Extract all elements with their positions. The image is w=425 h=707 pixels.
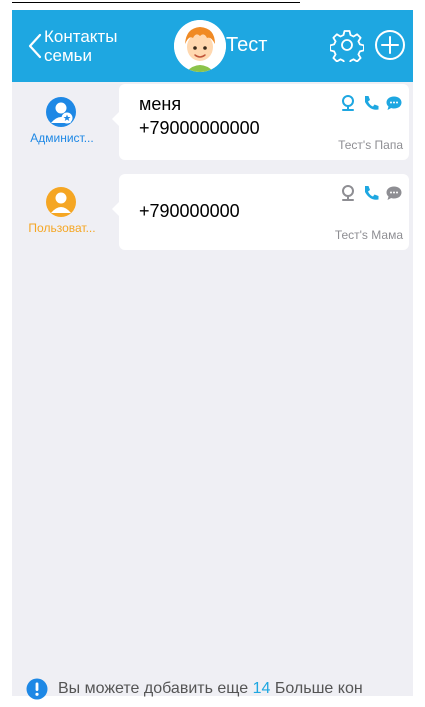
chevron-left-icon xyxy=(28,33,42,59)
remaining-count: 14 xyxy=(252,680,271,697)
top-divider-line xyxy=(12,2,300,3)
admin-user-star-icon xyxy=(46,97,76,127)
chat-bubble-icon[interactable] xyxy=(385,94,403,112)
plus-circle-icon[interactable] xyxy=(373,28,407,62)
contact-row: Пользоват... +790000000 Тест's Мама xyxy=(12,174,413,254)
page-title: Тест xyxy=(226,34,268,56)
location-pin-icon[interactable] xyxy=(339,184,357,202)
contact-relation: Тест's Мама xyxy=(334,228,403,242)
phone-call-icon[interactable] xyxy=(362,184,380,202)
notice-text-before: Вы можете добавить еще xyxy=(58,680,249,697)
contact-phone: +79000000000 xyxy=(139,118,260,138)
info-icon xyxy=(26,678,48,700)
notice-text: Вы можете добавить еще 14 Больше кон xyxy=(58,680,363,698)
contact-role: Пользоват... xyxy=(12,174,112,254)
contact-card[interactable]: +790000000 Тест's Мама xyxy=(112,174,409,250)
back-button-label: Контакты семьи xyxy=(44,27,118,65)
navigation-bar: Контакты семьи Тест xyxy=(12,10,413,82)
contact-list: Админист... меня +79000000000 Тест's Пап… xyxy=(12,82,413,696)
contact-name: меня xyxy=(139,94,182,114)
phone-call-icon[interactable] xyxy=(362,94,380,112)
contact-role: Админист... xyxy=(12,84,112,164)
boy-avatar-icon xyxy=(174,20,226,72)
contact-role-label: Админист... xyxy=(30,131,94,145)
contact-card[interactable]: меня +79000000000 Тест's Папа xyxy=(112,84,409,160)
contact-relation: Тест's Папа xyxy=(338,138,403,152)
child-avatar[interactable] xyxy=(174,20,226,72)
contact-row: Админист... меня +79000000000 Тест's Пап… xyxy=(12,84,413,164)
add-contacts-notice: Вы можете добавить еще 14 Больше кон xyxy=(12,678,413,700)
location-pin-icon[interactable] xyxy=(339,94,357,112)
gear-icon[interactable] xyxy=(330,28,364,62)
contact-phone: +790000000 xyxy=(139,201,240,221)
contact-role-label: Пользоват... xyxy=(28,221,96,235)
user-icon xyxy=(46,187,76,217)
back-button[interactable]: Контакты семьи xyxy=(28,26,154,66)
more-contacts-link[interactable]: Больше кон xyxy=(275,680,363,697)
chat-bubble-icon[interactable] xyxy=(385,184,403,202)
